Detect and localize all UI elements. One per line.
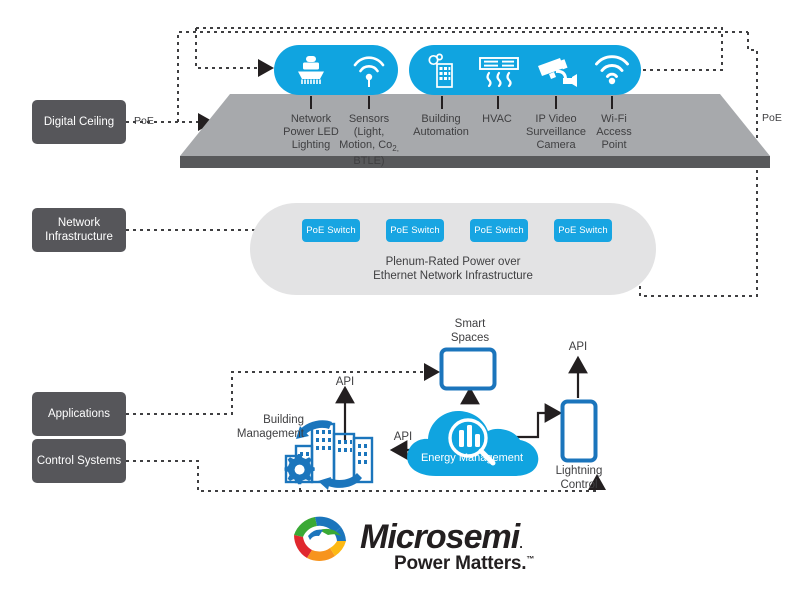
- cctv-camera-icon: [538, 58, 577, 87]
- ceiling-platform: [180, 94, 770, 168]
- wifi-icon: [595, 55, 629, 85]
- caption-hvac: HVAC: [482, 113, 512, 125]
- poe-switch-4[interactable]: PoE Switch: [554, 219, 612, 242]
- poe-switch-3[interactable]: PoE Switch: [470, 219, 528, 242]
- layer-box-applications[interactable]: Applications: [32, 392, 126, 436]
- caption-sensors: Sensors (Light, Motion, Co2, BTLE): [339, 113, 399, 168]
- diagram-canvas: Digital Ceiling Network Infrastructure A…: [0, 0, 800, 590]
- layer-label: Applications: [47, 408, 110, 420]
- caption-wifi-access-point: Wi-Fi Access Point: [596, 113, 632, 151]
- layer-box-digital-ceiling[interactable]: Digital Ceiling: [32, 100, 126, 144]
- stem: [441, 96, 443, 109]
- led-lighting-icon: [298, 56, 324, 84]
- building-automation-icon: [428, 53, 453, 88]
- energy-management-cloud[interactable]: [402, 398, 542, 482]
- caption-ip-video-surveillance-camera: IP Video Surveillance Camera: [526, 113, 586, 151]
- phone-icon[interactable]: [560, 399, 598, 463]
- stem: [310, 96, 312, 109]
- label-smart-spaces: Smart Spaces: [450, 318, 490, 344]
- api-label-cloud-to-buildings: API: [393, 431, 413, 443]
- tablet-icon[interactable]: [439, 347, 497, 391]
- stem: [555, 96, 557, 109]
- poe-label-left: PoE: [134, 115, 154, 127]
- hvac-icon: [479, 57, 519, 88]
- microsemi-wordmark: Microsemi.: [360, 518, 523, 556]
- microsemi-logo-mark: [294, 516, 346, 561]
- stem: [368, 96, 370, 109]
- poe-switch-2[interactable]: PoE Switch: [386, 219, 444, 242]
- label-lightning-control: Lightning Control: [555, 465, 603, 491]
- api-label-buildings: API: [335, 376, 355, 388]
- layer-label: Digital Ceiling: [43, 116, 115, 128]
- energy-management-label: Energy Management: [420, 452, 524, 464]
- api-label-phone: API: [568, 341, 588, 353]
- poe-switch-1[interactable]: PoE Switch: [302, 219, 360, 242]
- microsemi-tagline: Power Matters.™: [394, 553, 535, 574]
- layer-box-network-infrastructure[interactable]: Network Infrastructure: [32, 208, 126, 252]
- layer-box-control-systems[interactable]: Control Systems: [32, 439, 126, 483]
- layer-label: Network Infrastructure: [45, 217, 113, 243]
- layer-label: Control Systems: [36, 455, 122, 467]
- label-building-management: Building Management: [236, 414, 304, 440]
- connector-lines: [126, 27, 758, 492]
- stem: [497, 96, 499, 109]
- infrastructure-caption: Plenum-Rated Power over Ethernet Network…: [373, 256, 533, 282]
- wifi-sensor-icon: [353, 56, 385, 87]
- stem: [611, 96, 613, 109]
- caption-building-automation: Building Automation: [413, 113, 469, 138]
